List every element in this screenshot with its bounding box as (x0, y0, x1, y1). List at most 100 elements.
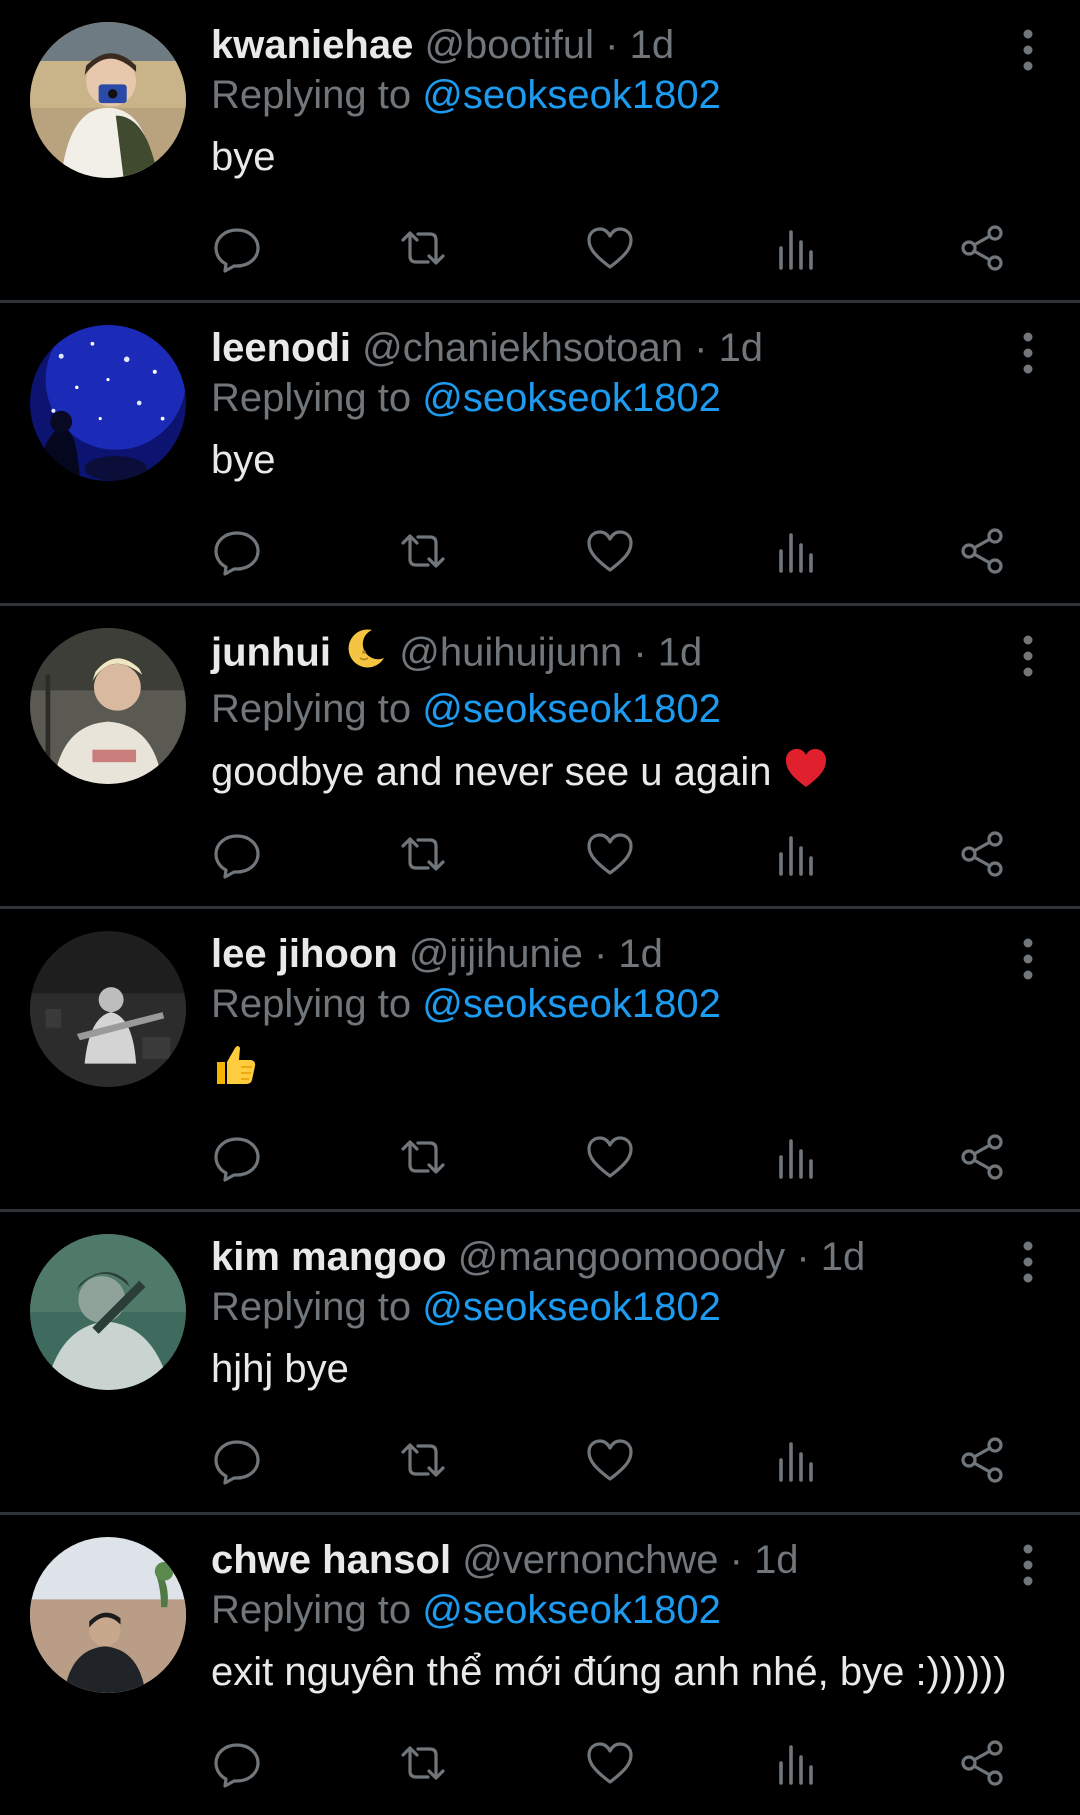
bar-chart-icon[interactable] (771, 222, 823, 274)
heart-icon[interactable] (584, 222, 636, 274)
reply-bubble-icon[interactable] (211, 525, 263, 577)
tweet-text: exit nguyên thể mới đúng anh nhé, bye :)… (211, 1646, 1040, 1698)
tweet[interactable]: leenodi @chaniekhsotoan · 1d Replying to… (0, 303, 1080, 606)
heart-icon[interactable] (584, 1737, 636, 1789)
display-name[interactable]: leenodi (211, 326, 351, 370)
tweet-text-content: bye (211, 438, 276, 482)
tweet-header: kim mangoo @mangoomooody · 1d (211, 1232, 1040, 1282)
timestamp[interactable]: 1d (618, 932, 663, 976)
tweet[interactable]: junhui @huihuijunn · 1d Replying to @seo… (0, 606, 1080, 909)
tweet[interactable]: kwaniehae @bootiful · 1d Replying to @se… (0, 0, 1080, 303)
display-name[interactable]: kwaniehae (211, 23, 413, 67)
reply-bubble-icon[interactable] (211, 1737, 263, 1789)
replying-to-link[interactable]: @seokseok1802 (422, 1588, 721, 1632)
user-handle[interactable]: @vernonchwe (462, 1538, 718, 1582)
tweet-body: leenodi @chaniekhsotoan · 1d Replying to… (211, 323, 1040, 486)
replying-to-line: Replying to @seokseok1802 (211, 373, 1040, 423)
bar-chart-icon[interactable] (771, 828, 823, 880)
tweet-body: chwe hansol @vernonchwe · 1d Replying to… (211, 1535, 1040, 1698)
tweet-actions (211, 1434, 1011, 1486)
tweet-body: kwaniehae @bootiful · 1d Replying to @se… (211, 20, 1040, 183)
avatar-image (30, 22, 186, 178)
display-name[interactable]: chwe hansol (211, 1538, 451, 1582)
user-handle[interactable]: @mangoomooody (458, 1235, 785, 1279)
timestamp[interactable]: 1d (658, 631, 703, 675)
share-icon[interactable] (957, 1131, 1009, 1183)
reply-bubble-icon[interactable] (211, 828, 263, 880)
replying-to-line: Replying to @seokseok1802 (211, 979, 1040, 1029)
timestamp[interactable]: 1d (719, 326, 764, 370)
bar-chart-icon[interactable] (771, 1131, 823, 1183)
avatar[interactable] (30, 1537, 186, 1693)
heart-icon[interactable] (584, 1434, 636, 1486)
more-vertical-icon[interactable] (1016, 331, 1040, 375)
avatar[interactable] (30, 628, 186, 784)
bar-chart-icon[interactable] (771, 525, 823, 577)
separator-dot: · (796, 1235, 810, 1279)
moon-emoji (342, 626, 388, 684)
reply-bubble-icon[interactable] (211, 1131, 263, 1183)
more-vertical-icon[interactable] (1016, 1240, 1040, 1284)
share-icon[interactable] (957, 1737, 1009, 1789)
share-icon[interactable] (957, 828, 1009, 880)
tweet-header: lee jihoon @jijihunie · 1d (211, 929, 1040, 979)
tweet[interactable]: kim mangoo @mangoomooody · 1d Replying t… (0, 1212, 1080, 1515)
heart-icon[interactable] (584, 1131, 636, 1183)
user-handle[interactable]: @chaniekhsotoan (362, 326, 683, 370)
share-icon[interactable] (957, 222, 1009, 274)
replying-to-link[interactable]: @seokseok1802 (422, 376, 721, 420)
thumbs-up-emoji (211, 1040, 259, 1101)
user-handle[interactable]: @bootiful (424, 23, 594, 67)
retweet-icon[interactable] (397, 828, 449, 880)
separator-dot: · (694, 326, 708, 370)
display-name[interactable]: lee jihoon (211, 932, 398, 976)
tweet-text: goodbye and never see u again (211, 745, 1040, 804)
tweet[interactable]: chwe hansol @vernonchwe · 1d Replying to… (0, 1515, 1080, 1815)
replying-to-link[interactable]: @seokseok1802 (422, 1285, 721, 1329)
timestamp[interactable]: 1d (821, 1235, 866, 1279)
retweet-icon[interactable] (397, 525, 449, 577)
share-icon[interactable] (957, 525, 1009, 577)
timestamp[interactable]: 1d (630, 23, 675, 67)
share-icon[interactable] (957, 1434, 1009, 1486)
tweet-actions (211, 1737, 1011, 1789)
avatar[interactable] (30, 22, 186, 178)
tweet-text: bye (211, 434, 1040, 486)
reply-bubble-icon[interactable] (211, 222, 263, 274)
avatar[interactable] (30, 931, 186, 1087)
replying-to-line: Replying to @seokseok1802 (211, 70, 1040, 120)
red-heart-emoji (783, 745, 829, 804)
replying-to-label: Replying to (211, 1588, 412, 1632)
reply-bubble-icon[interactable] (211, 1434, 263, 1486)
more-vertical-icon[interactable] (1016, 28, 1040, 72)
more-vertical-icon[interactable] (1016, 634, 1040, 678)
bar-chart-icon[interactable] (771, 1434, 823, 1486)
replying-to-link[interactable]: @seokseok1802 (422, 687, 721, 731)
replying-to-line: Replying to @seokseok1802 (211, 1585, 1040, 1635)
reply-feed: kwaniehae @bootiful · 1d Replying to @se… (0, 0, 1080, 1815)
tweet-body: junhui @huihuijunn · 1d Replying to @seo… (211, 626, 1040, 804)
timestamp[interactable]: 1d (754, 1538, 799, 1582)
display-name[interactable]: junhui (211, 631, 331, 675)
avatar[interactable] (30, 1234, 186, 1390)
replying-to-label: Replying to (211, 376, 412, 420)
retweet-icon[interactable] (397, 1434, 449, 1486)
avatar[interactable] (30, 325, 186, 481)
retweet-icon[interactable] (397, 222, 449, 274)
tweet-text (211, 1040, 1040, 1101)
tweet-text-content: bye (211, 135, 276, 179)
heart-icon[interactable] (584, 525, 636, 577)
retweet-icon[interactable] (397, 1737, 449, 1789)
tweet[interactable]: lee jihoon @jijihunie · 1d Replying to @… (0, 909, 1080, 1212)
user-handle[interactable]: @jijihunie (409, 932, 583, 976)
bar-chart-icon[interactable] (771, 1737, 823, 1789)
more-vertical-icon[interactable] (1016, 937, 1040, 981)
replying-to-link[interactable]: @seokseok1802 (422, 73, 721, 117)
replying-to-link[interactable]: @seokseok1802 (422, 982, 721, 1026)
retweet-icon[interactable] (397, 1131, 449, 1183)
heart-icon[interactable] (584, 828, 636, 880)
more-vertical-icon[interactable] (1016, 1543, 1040, 1587)
display-name[interactable]: kim mangoo (211, 1235, 447, 1279)
user-handle[interactable]: @huihuijunn (399, 631, 622, 675)
tweet-actions (211, 828, 1011, 880)
